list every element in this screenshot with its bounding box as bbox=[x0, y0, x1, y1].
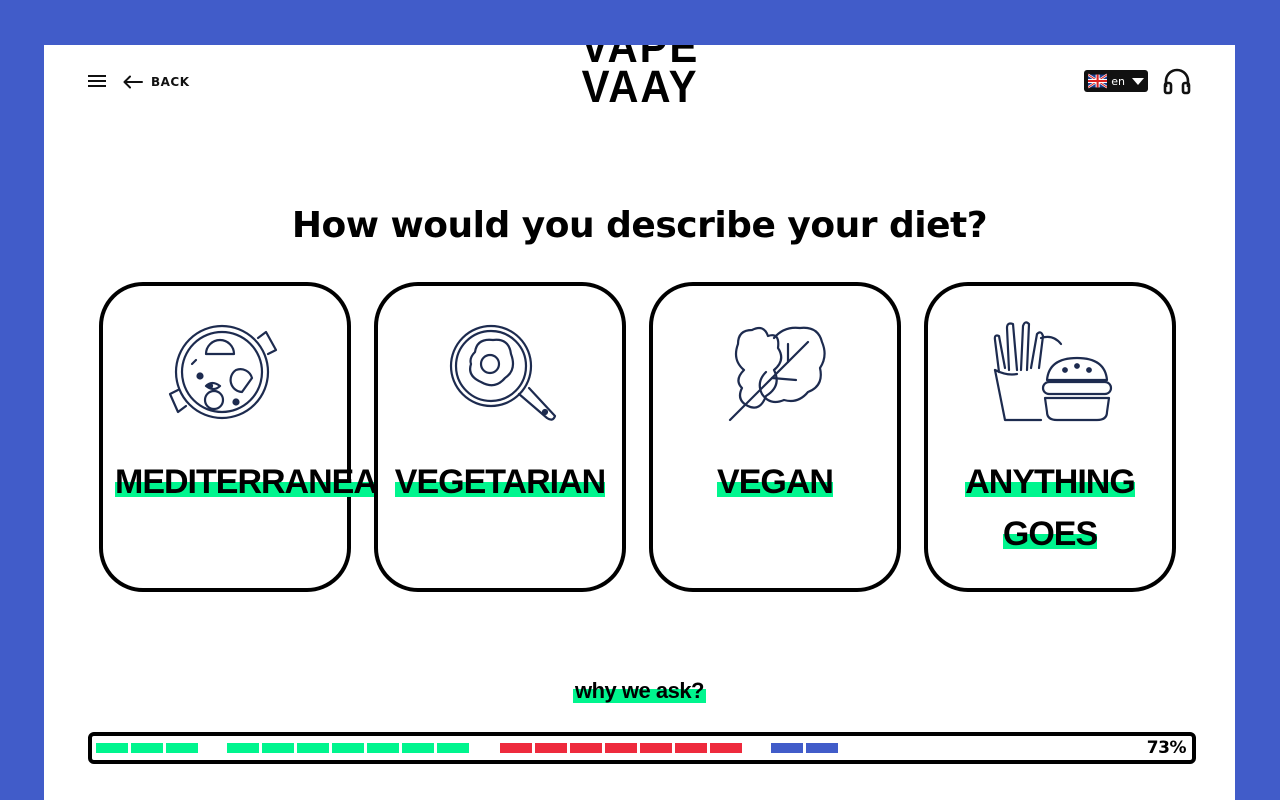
progress-segment bbox=[227, 743, 259, 753]
question-title: How would you describe your diet? bbox=[291, 205, 988, 246]
back-label: BACK bbox=[151, 75, 190, 89]
progress-segment bbox=[710, 743, 742, 753]
progress-segment bbox=[500, 743, 532, 753]
fries-burger-icon bbox=[993, 321, 1113, 422]
menu-icon[interactable] bbox=[88, 72, 106, 90]
progress-segment bbox=[570, 743, 602, 753]
leaves-icon bbox=[728, 326, 826, 422]
chevron-down-icon bbox=[1132, 77, 1144, 85]
uk-flag-icon bbox=[1088, 73, 1108, 89]
logo-line-2: VAAY bbox=[581, 61, 699, 112]
back-button[interactable]: BACK bbox=[123, 71, 190, 93]
progress-segment bbox=[640, 743, 672, 753]
progress-segment bbox=[262, 743, 294, 753]
option-vegan[interactable]: VEGAN bbox=[649, 282, 901, 592]
why-we-ask-link-wrap: why we ask? bbox=[44, 678, 1235, 704]
option-label: MEDITERRANEAN bbox=[115, 463, 401, 501]
progress-segment bbox=[367, 743, 399, 753]
progress-segment bbox=[166, 743, 198, 753]
paella-pan-icon bbox=[168, 324, 278, 420]
progress-segment bbox=[806, 743, 838, 753]
progress-segment bbox=[402, 743, 434, 753]
language-select[interactable]: en bbox=[1084, 70, 1148, 92]
progress-segment bbox=[437, 743, 469, 753]
logo[interactable]: VAPE VAAY bbox=[576, 45, 704, 113]
progress-percent: 73% bbox=[1146, 738, 1187, 758]
progress-segment bbox=[96, 743, 128, 753]
progress-segment bbox=[535, 743, 567, 753]
fried-egg-pan-icon bbox=[449, 324, 557, 421]
progress-segment bbox=[675, 743, 707, 753]
progress-segment bbox=[297, 743, 329, 753]
why-we-ask-link[interactable]: why we ask? bbox=[572, 678, 706, 703]
progress-bar: 73% bbox=[88, 732, 1196, 764]
progress-segment bbox=[332, 743, 364, 753]
language-label: en bbox=[1111, 74, 1125, 88]
progress-segment bbox=[131, 743, 163, 753]
headphones-icon[interactable] bbox=[1162, 66, 1192, 96]
option-mediterranean[interactable]: MEDITERRANEAN bbox=[99, 282, 401, 592]
progress-segment bbox=[771, 743, 803, 753]
arrow-left-icon bbox=[123, 75, 143, 89]
option-vegetarian[interactable]: VEGETARIAN bbox=[374, 282, 626, 592]
option-label: VEGAN bbox=[717, 463, 834, 501]
option-label: VEGETARIAN bbox=[394, 463, 606, 501]
progress-segment bbox=[605, 743, 637, 753]
main-panel: BACK VAPE VAAY en How would you describe… bbox=[44, 45, 1235, 800]
option-anything-goes[interactable]: ANYTHING GOES bbox=[924, 282, 1176, 592]
option-label: ANYTHING GOES bbox=[965, 463, 1136, 553]
